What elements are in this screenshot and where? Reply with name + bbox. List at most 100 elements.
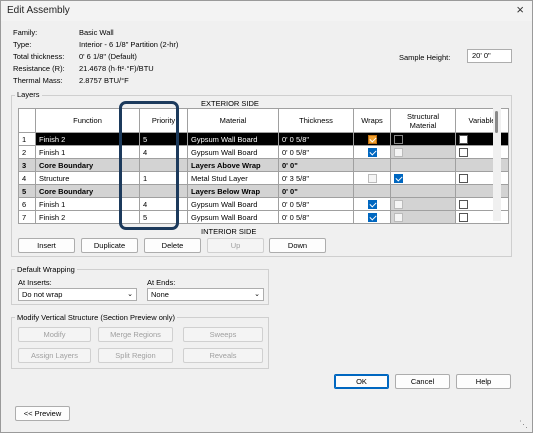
row-wraps[interactable] [353,210,391,224]
sweeps-button[interactable]: Sweeps [183,327,263,342]
resistance-label: Resistance (R): [13,64,65,73]
row-thickness[interactable]: 0' 0 5/8" [278,145,354,159]
row-thickness: 0' 0" [278,158,354,172]
chevron-down-icon: ⌄ [127,291,133,298]
row-thickness: 0' 0" [278,184,354,198]
row-wraps[interactable] [353,197,391,211]
dialog-title: Edit Assembly [7,5,70,16]
layers-scrollbar[interactable] [493,108,501,221]
column-header-wraps[interactable]: Wraps [353,108,391,133]
family-value: Basic Wall [79,28,114,37]
title-bar: Edit Assembly × [1,1,532,21]
column-header-structural-material[interactable]: Structural Material [390,108,456,133]
table-row[interactable]: 2 Finish 1 4 Gypsum Wall Board 0' 0 5/8" [18,145,509,159]
row-number[interactable]: 2 [18,145,36,159]
variable-checkbox[interactable] [459,173,468,183]
at-inserts-value: Do not wrap [22,290,63,299]
row-structural [390,132,456,146]
at-inserts-label: At Inserts: [18,278,52,287]
wraps-checkbox[interactable] [367,147,377,157]
at-ends-label: At Ends: [147,278,176,287]
row-structural [390,145,456,159]
close-icon[interactable]: × [516,3,524,17]
row-structural[interactable] [390,171,456,185]
row-number[interactable]: 1 [18,132,36,146]
assign-layers-button[interactable]: Assign Layers [18,348,91,363]
wraps-checkbox [367,173,377,183]
help-button[interactable]: Help [456,374,511,389]
reveals-button[interactable]: Reveals [183,348,263,363]
variable-checkbox[interactable] [459,212,468,222]
variable-checkbox[interactable] [459,134,468,144]
duplicate-button[interactable]: Duplicate [81,238,138,253]
wraps-checkbox[interactable] [367,199,377,209]
row-wraps[interactable] [353,132,391,146]
structural-checkbox [394,134,403,144]
scrollbar-thumb[interactable] [495,111,498,133]
up-button[interactable]: Up [207,238,264,253]
variable-checkbox[interactable] [459,147,468,157]
row-number[interactable]: 5 [18,184,36,198]
table-row[interactable]: 6 Finish 1 4 Gypsum Wall Board 0' 0 5/8" [18,197,509,211]
down-button[interactable]: Down [269,238,326,253]
resize-grip-icon[interactable]: ⋱ [519,419,528,430]
family-label: Family: [13,28,38,37]
row-number[interactable]: 7 [18,210,36,224]
table-row[interactable]: 1 Finish 2 5 Gypsum Wall Board 0' 0 5/8" [18,132,509,146]
row-number[interactable]: 6 [18,197,36,211]
table-row[interactable]: 4 Structure 1 Metal Stud Layer 0' 3 5/8" [18,171,509,185]
row-material[interactable]: Gypsum Wall Board [187,145,279,159]
variable-checkbox[interactable] [459,199,468,209]
merge-regions-button[interactable]: Merge Regions [98,327,173,342]
at-ends-select[interactable]: None ⌄ [147,288,264,301]
sample-height-input[interactable]: 20' 0" [467,49,512,63]
vertical-structure-title: Modify Vertical Structure (Section Previ… [15,313,177,322]
interior-side-label: INTERIOR SIDE [201,227,257,236]
thermal-mass-value: 2.8757 BTU/°F [79,76,129,85]
wraps-checkbox[interactable] [367,134,377,144]
row-number[interactable]: 3 [18,158,36,172]
structural-checkbox [394,199,403,209]
split-region-button[interactable]: Split Region [98,348,173,363]
at-inserts-select[interactable]: Do not wrap ⌄ [18,288,137,301]
column-header-thickness[interactable]: Thickness [278,108,354,133]
ok-button[interactable]: OK [334,374,389,389]
row-material[interactable]: Metal Stud Layer [187,171,279,185]
row-structural [390,158,456,172]
layers-group-title: Layers [15,90,42,99]
preview-button[interactable]: << Preview [15,406,70,421]
row-thickness[interactable]: 0' 3 5/8" [278,171,354,185]
row-structural [390,184,456,198]
column-header-material[interactable]: Material [187,108,279,133]
wraps-checkbox[interactable] [367,212,377,222]
table-header-row: Function Priority Material Thickness Wra… [18,108,509,133]
at-ends-value: None [151,290,169,299]
row-thickness[interactable]: 0' 0 5/8" [278,197,354,211]
priority-highlight-box [119,101,179,230]
row-thickness[interactable]: 0' 0 5/8" [278,210,354,224]
row-material: Layers Above Wrap [187,158,279,172]
row-wraps[interactable] [353,145,391,159]
table-row[interactable]: 5 Core Boundary Layers Below Wrap 0' 0" [18,184,509,198]
delete-button[interactable]: Delete [144,238,201,253]
table-row[interactable]: 7 Finish 2 5 Gypsum Wall Board 0' 0 5/8" [18,210,509,224]
row-material[interactable]: Gypsum Wall Board [187,197,279,211]
structural-checkbox[interactable] [394,173,403,183]
modify-button[interactable]: Modify [18,327,91,342]
thickness-label: Total thickness: [13,52,65,61]
row-number[interactable]: 4 [18,171,36,185]
chevron-down-icon: ⌄ [254,291,260,298]
row-material: Layers Below Wrap [187,184,279,198]
type-value: Interior - 6 1/8" Partition (2-hr) [79,40,179,49]
row-thickness[interactable]: 0' 0 5/8" [278,132,354,146]
column-header-num [18,108,36,133]
row-material[interactable]: Gypsum Wall Board [187,132,279,146]
insert-button[interactable]: Insert [18,238,75,253]
cancel-button[interactable]: Cancel [395,374,450,389]
default-wrapping-title: Default Wrapping [15,265,77,274]
table-row[interactable]: 3 Core Boundary Layers Above Wrap 0' 0" [18,158,509,172]
thermal-mass-label: Thermal Mass: [13,76,63,85]
row-material[interactable]: Gypsum Wall Board [187,210,279,224]
row-wraps [353,171,391,185]
structural-checkbox [394,212,403,222]
